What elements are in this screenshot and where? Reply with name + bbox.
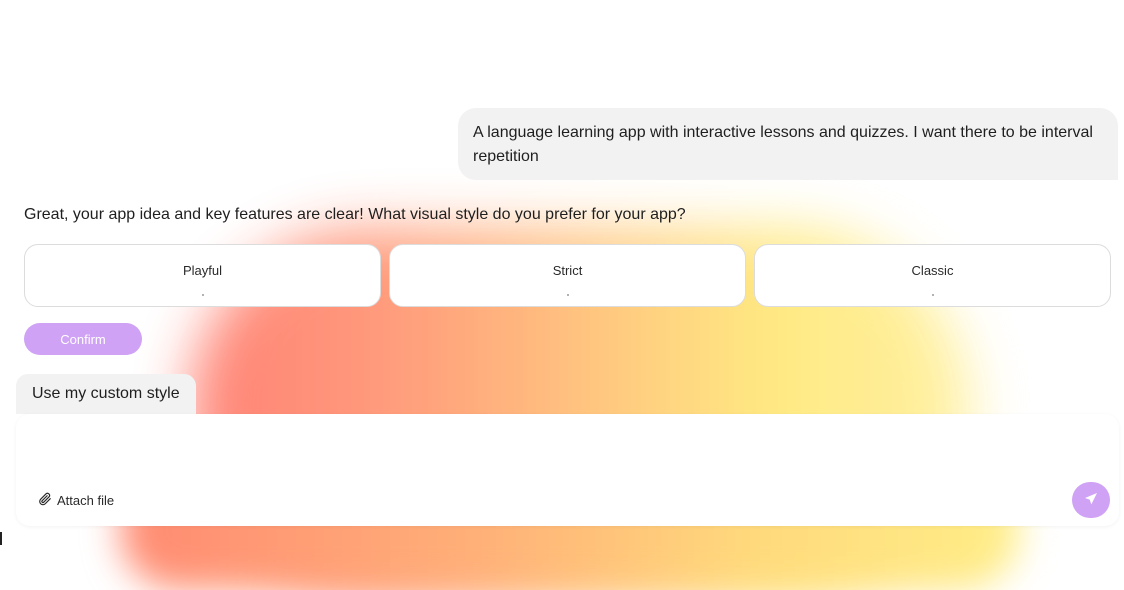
paperclip-icon	[38, 492, 52, 509]
message-input[interactable]	[32, 428, 1096, 482]
style-option-label: Strict	[552, 263, 583, 278]
user-message-text: A language learning app with interactive…	[473, 124, 1093, 165]
window-edge-mark	[0, 532, 2, 545]
attach-file-label: Attach file	[57, 493, 115, 508]
send-arrow-icon	[1083, 491, 1099, 510]
message-composer: Attach file	[16, 414, 1119, 526]
style-option-label: Playful	[182, 263, 223, 278]
attach-file-button[interactable]: Attach file	[38, 492, 114, 509]
send-button[interactable]	[1072, 482, 1110, 518]
use-custom-style-button[interactable]: Use my custom style	[16, 374, 196, 414]
style-option-label: Classic	[911, 263, 954, 278]
style-options: Playful Strict Classic	[24, 244, 1111, 307]
style-option-strict[interactable]: Strict	[389, 244, 746, 307]
assistant-message: Great, your app idea and key features ar…	[24, 206, 686, 223]
option-indicator-dot	[566, 294, 569, 296]
style-option-playful[interactable]: Playful	[24, 244, 381, 307]
confirm-button[interactable]: Confirm	[24, 323, 142, 355]
style-option-classic[interactable]: Classic	[754, 244, 1111, 307]
option-indicator-dot	[931, 294, 934, 296]
option-indicator-dot	[201, 294, 204, 296]
user-message-bubble: A language learning app with interactive…	[458, 108, 1118, 180]
